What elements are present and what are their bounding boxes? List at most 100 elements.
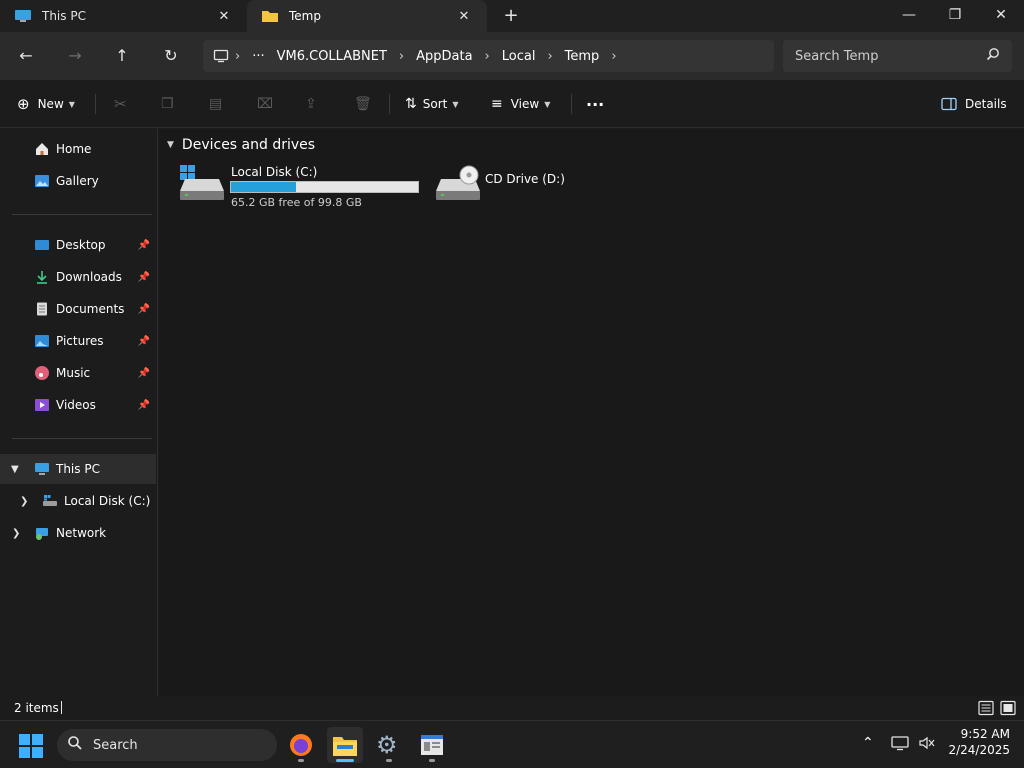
group-title: Devices and drives bbox=[181, 137, 316, 153]
this-pc-crumb-icon[interactable] bbox=[213, 49, 229, 63]
search-icon[interactable] bbox=[986, 47, 1000, 65]
file-explorer-icon bbox=[332, 733, 358, 760]
group-header-devices[interactable]: ▼ Devices and drives bbox=[167, 137, 315, 153]
close-tab-icon[interactable]: ✕ bbox=[455, 9, 473, 24]
breadcrumb-item[interactable]: AppData bbox=[416, 49, 472, 64]
sort-icon: ⇅ bbox=[405, 96, 417, 112]
tab-this-pc[interactable]: This PC ✕ bbox=[0, 0, 247, 32]
address-bar[interactable]: › ··· VM6.COLLABNET › AppData › Local › … bbox=[203, 40, 774, 72]
details-view-icon[interactable] bbox=[978, 700, 994, 719]
taskbar-app-window[interactable] bbox=[414, 727, 450, 763]
delete-button[interactable]: 🗑 bbox=[354, 92, 372, 116]
chevron-right-icon[interactable]: ❯ bbox=[12, 528, 20, 539]
drive-name: Local Disk (C:) bbox=[231, 165, 318, 179]
close-window-button[interactable]: ✕ bbox=[978, 0, 1024, 32]
divider bbox=[95, 94, 96, 114]
share-button[interactable]: ⇪ bbox=[305, 92, 317, 116]
large-icons-view-icon[interactable] bbox=[1000, 700, 1016, 719]
more-options-button[interactable]: ··· bbox=[586, 92, 604, 116]
nav-item-this-pc[interactable]: ▼ This PC bbox=[0, 454, 156, 484]
drive-cd[interactable]: CD Drive (D:) bbox=[433, 165, 593, 213]
chevron-right-icon[interactable]: › bbox=[399, 49, 404, 64]
new-tab-button[interactable]: + bbox=[499, 4, 523, 28]
share-icon: ⇪ bbox=[305, 96, 317, 112]
clock[interactable]: 9:52 AM 2/24/2025 bbox=[946, 727, 1010, 757]
chevron-down-icon: ▼ bbox=[68, 99, 75, 109]
clock-date: 2/24/2025 bbox=[948, 743, 1010, 757]
chevron-right-icon[interactable]: › bbox=[235, 49, 240, 64]
taskbar: Search ⚙ ⌃ 9:52 AM 2/24/2025 bbox=[0, 720, 1024, 768]
breadcrumb-item[interactable]: Local bbox=[502, 49, 536, 64]
app-window-icon bbox=[420, 734, 444, 759]
gear-icon: ⚙ bbox=[376, 731, 398, 759]
paste-button[interactable]: ▤ bbox=[209, 92, 222, 116]
details-pane-icon bbox=[941, 97, 957, 111]
breadcrumb-overflow[interactable]: ··· bbox=[252, 49, 264, 64]
nav-item-pictures[interactable]: Pictures 📌 bbox=[0, 326, 156, 356]
nav-item-local-disk[interactable]: ❯ Local Disk (C:) bbox=[0, 486, 156, 516]
new-button[interactable]: ⊕ New ▼ bbox=[17, 92, 75, 116]
network-status-icon[interactable] bbox=[891, 735, 909, 754]
volume-muted-icon[interactable] bbox=[918, 735, 936, 754]
search-placeholder: Search Temp bbox=[795, 48, 879, 64]
chevron-right-icon[interactable]: › bbox=[611, 49, 616, 64]
minimize-button[interactable]: — bbox=[886, 0, 932, 32]
firefox-icon bbox=[289, 733, 313, 760]
search-input[interactable]: Search Temp bbox=[783, 40, 1012, 72]
taskbar-app-settings[interactable]: ⚙ bbox=[371, 727, 407, 763]
start-button[interactable] bbox=[18, 733, 44, 759]
breadcrumb-item[interactable]: VM6.COLLABNET bbox=[277, 49, 387, 64]
arrow-left-icon: ← bbox=[19, 46, 33, 65]
nav-divider bbox=[12, 438, 152, 439]
chevron-right-icon[interactable]: › bbox=[485, 49, 490, 64]
nav-item-downloads[interactable]: Downloads 📌 bbox=[0, 262, 156, 292]
documents-icon bbox=[34, 301, 50, 317]
chevron-down-icon[interactable]: ▼ bbox=[167, 140, 174, 150]
copy-button[interactable]: ❐ bbox=[161, 92, 174, 116]
nav-item-home[interactable]: Home bbox=[0, 134, 156, 164]
pictures-icon bbox=[34, 333, 50, 349]
taskbar-app-file-explorer[interactable] bbox=[327, 727, 363, 763]
view-button[interactable]: ≡ View ▼ bbox=[491, 92, 550, 116]
rename-button[interactable]: ⌧ bbox=[257, 92, 273, 116]
nav-item-desktop[interactable]: Desktop 📌 bbox=[0, 230, 156, 260]
chevron-right-icon[interactable]: › bbox=[547, 49, 552, 64]
music-icon bbox=[34, 365, 50, 381]
up-button[interactable]: ↑ bbox=[110, 44, 134, 68]
taskbar-search-label: Search bbox=[93, 737, 138, 753]
chevron-right-icon[interactable]: ❯ bbox=[20, 496, 28, 507]
sort-button[interactable]: ⇅ Sort ▼ bbox=[405, 92, 459, 116]
videos-icon bbox=[34, 397, 50, 413]
nav-item-music[interactable]: Music 📌 bbox=[0, 358, 156, 388]
nav-item-videos[interactable]: Videos 📌 bbox=[0, 390, 156, 420]
pin-icon: 📌 bbox=[137, 335, 150, 347]
taskbar-search[interactable]: Search bbox=[57, 729, 277, 761]
new-label: New bbox=[37, 97, 64, 111]
breadcrumb-item[interactable]: Temp bbox=[565, 49, 600, 64]
drive-free-space: 65.2 GB free of 99.8 GB bbox=[231, 196, 362, 209]
cut-button[interactable]: ✂ bbox=[114, 92, 127, 116]
tab-temp[interactable]: Temp ✕ bbox=[247, 0, 487, 32]
divider bbox=[571, 94, 572, 114]
refresh-button[interactable]: ↻ bbox=[159, 44, 183, 68]
rename-icon: ⌧ bbox=[257, 96, 274, 112]
nav-item-network[interactable]: ❯ Network bbox=[0, 518, 156, 548]
close-tab-icon[interactable]: ✕ bbox=[215, 9, 233, 24]
pin-icon: 📌 bbox=[137, 239, 150, 251]
running-indicator bbox=[298, 759, 304, 762]
chevron-up-icon[interactable]: ⌃ bbox=[862, 735, 874, 751]
downloads-icon bbox=[34, 269, 50, 285]
details-button[interactable]: Details bbox=[941, 92, 1007, 116]
pin-icon: 📌 bbox=[137, 271, 150, 283]
nav-item-documents[interactable]: Documents 📌 bbox=[0, 294, 156, 324]
nav-item-gallery[interactable]: Gallery bbox=[0, 166, 156, 196]
back-button[interactable]: ← bbox=[14, 44, 38, 68]
nav-divider bbox=[12, 214, 152, 215]
restore-button[interactable]: ❐ bbox=[932, 0, 978, 32]
desktop-icon bbox=[34, 237, 50, 253]
chevron-down-icon[interactable]: ▼ bbox=[11, 464, 19, 475]
forward-button[interactable]: → bbox=[63, 44, 87, 68]
taskbar-app-firefox[interactable] bbox=[283, 727, 319, 763]
drive-local-disk[interactable]: Local Disk (C:) 65.2 GB free of 99.8 GB bbox=[177, 165, 427, 213]
pin-icon: 📌 bbox=[137, 303, 150, 315]
